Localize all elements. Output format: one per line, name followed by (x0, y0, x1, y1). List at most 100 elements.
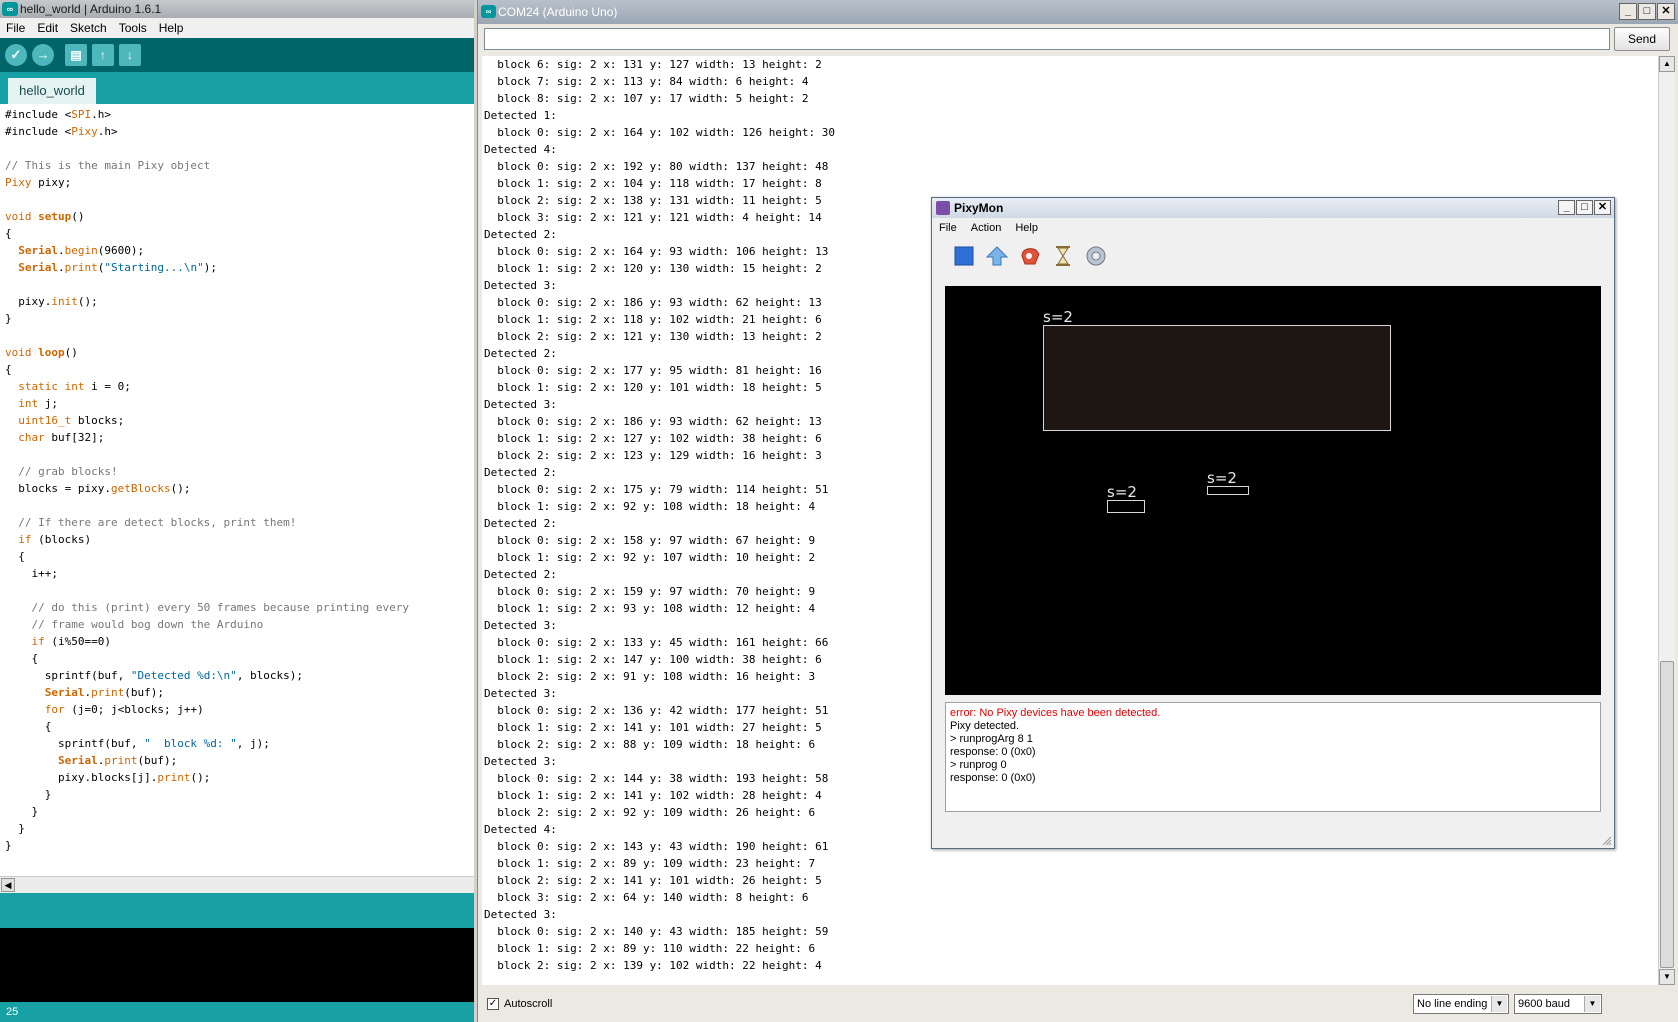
pixymon-title: PixyMon (954, 201, 1004, 215)
serial-input[interactable] (484, 28, 1610, 50)
new-sketch-icon[interactable]: ▤ (65, 44, 87, 66)
code-line: int j; (18, 397, 58, 410)
autoscroll-label: Autoscroll (504, 998, 553, 1010)
hourglass-icon[interactable] (1051, 244, 1075, 268)
minimize-icon[interactable]: _ (1619, 3, 1637, 20)
pm-menu-file[interactable]: File (932, 218, 964, 238)
maximize-icon[interactable]: □ (1638, 3, 1656, 20)
serial-titlebar: ∞ COM24 (Arduino Uno) _ □ ✕ (478, 0, 1678, 24)
scroll-left-icon[interactable]: ◀ (1, 878, 15, 892)
code-line: { (5, 720, 52, 733)
ide-title: hello_world | Arduino 1.6.1 (20, 2, 162, 16)
chevron-down-icon[interactable]: ▼ (1491, 996, 1507, 1012)
upload-icon[interactable] (985, 244, 1009, 268)
maximize-icon[interactable]: □ (1576, 200, 1593, 215)
code-line: blocks = pixy.getBlocks(); (5, 482, 191, 495)
pm-menu-help[interactable]: Help (1008, 218, 1045, 238)
minimize-icon[interactable]: _ (1558, 200, 1575, 215)
code-line: // do this (print) every 50 frames becau… (31, 601, 410, 614)
serial-output-line: block 0: sig: 2 x: 140 y: 43 width: 185 … (484, 925, 829, 938)
save-sketch-icon[interactable]: ↓ (119, 44, 141, 66)
code-line: // If there are detect blocks, print the… (18, 516, 297, 529)
open-sketch-icon[interactable]: ↑ (92, 44, 114, 66)
code-line: { (5, 363, 12, 376)
serial-output-line: block 6: sig: 2 x: 131 y: 127 width: 13 … (484, 58, 822, 71)
code-line: // This is the main Pixy object (5, 159, 211, 172)
pixy-video-view[interactable]: s=2 s=2 s=2 (945, 286, 1601, 695)
code-line: if (i%50==0) (31, 635, 111, 648)
ide-footer: 25 (0, 1002, 474, 1022)
arduino-logo-icon: ∞ (2, 2, 18, 16)
serial-output-line: Detected 4: (484, 143, 557, 156)
block-signature-label: s=2 (1043, 308, 1073, 326)
line-ending-value: No line ending (1417, 998, 1488, 1010)
detected-block (1207, 486, 1249, 495)
scroll-up-icon[interactable]: ▲ (1659, 56, 1675, 72)
pixymon-menubar: File Action Help (932, 218, 1614, 238)
serial-output-line: block 1: sig: 2 x: 89 y: 110 width: 22 h… (484, 942, 816, 955)
code-line: } (5, 805, 39, 818)
serial-vertical-scrollbar[interactable]: ▲ ▼ (1658, 56, 1675, 985)
scroll-thumb[interactable] (1660, 661, 1674, 968)
stop-icon[interactable] (952, 244, 976, 268)
code-line: #include <SPI.h> (5, 108, 111, 121)
code-editor[interactable]: #include <SPI.h> #include <Pixy.h> // Thi… (0, 104, 474, 876)
code-line: } (5, 312, 12, 325)
menu-edit[interactable]: Edit (31, 18, 64, 38)
console-line: Pixy detected. (950, 720, 1020, 732)
serial-bottom-bar: ✓ Autoscroll No line ending ▼ 9600 baud … (478, 987, 1678, 1022)
line-ending-select[interactable]: No line ending ▼ (1413, 994, 1509, 1014)
console-line: > runprog 0 (950, 759, 1007, 771)
code-line: for (j=0; j<blocks; j++) (44, 703, 204, 716)
verify-icon[interactable]: ✓ (5, 44, 27, 66)
scroll-down-icon[interactable]: ▼ (1659, 969, 1675, 985)
upload-icon[interactable]: → (32, 44, 54, 66)
settings-icon[interactable] (1084, 244, 1108, 268)
console-line: error: No Pixy devices have been detecte… (950, 707, 1161, 719)
code-line: void loop() (5, 346, 78, 359)
ide-tabstrip: hello_world (0, 72, 474, 104)
code-line: } (5, 788, 52, 801)
code-line: Serial.begin(9600); (18, 244, 145, 257)
ide-menubar: File Edit Sketch Tools Help (0, 18, 474, 38)
menu-file[interactable]: File (0, 18, 31, 38)
code-line: { (5, 550, 25, 563)
close-icon[interactable]: ✕ (1594, 200, 1611, 215)
menu-sketch[interactable]: Sketch (64, 18, 113, 38)
baud-rate-select[interactable]: 9600 baud ▼ (1514, 994, 1602, 1014)
resize-grip-icon[interactable] (1602, 836, 1612, 846)
baud-rate-value: 9600 baud (1518, 998, 1570, 1010)
send-button[interactable]: Send (1614, 27, 1670, 51)
pixymon-titlebar: PixyMon _ □ ✕ (932, 198, 1614, 218)
code-line: sprintf(buf, " block %d: ", j); (5, 737, 270, 750)
checkmark-icon: ✓ (488, 998, 498, 1009)
pm-menu-action[interactable]: Action (964, 218, 1009, 238)
detected-block (1043, 325, 1391, 431)
close-icon[interactable]: ✕ (1657, 3, 1675, 20)
code-line: Pixy pixy; (5, 176, 72, 189)
arduino-ide-window: ∞ hello_world | Arduino 1.6.1 File Edit Sk… (0, 0, 474, 1022)
code-line: // frame would bog down the Arduino (31, 618, 264, 631)
editor-horizontal-scrollbar[interactable]: ◀ (0, 876, 474, 893)
code-line: { (5, 227, 12, 240)
signature-icon[interactable] (1018, 244, 1042, 268)
pixymon-logo-icon (936, 201, 950, 215)
code-line: sprintf(buf, "Detected %d:\n", blocks); (5, 669, 304, 682)
serial-output-line: block 0: sig: 2 x: 192 y: 80 width: 137 … (484, 160, 829, 173)
code-line: Serial.print(buf); (57, 754, 178, 767)
console-line: > runprogArg 8 1 (950, 733, 1033, 745)
menu-tools[interactable]: Tools (113, 18, 153, 38)
chevron-down-icon[interactable]: ▼ (1584, 996, 1600, 1012)
menu-help[interactable]: Help (153, 18, 190, 38)
detected-block (1107, 500, 1145, 513)
serial-output-line: block 1: sig: 2 x: 89 y: 109 width: 23 h… (484, 857, 816, 870)
code-line: #include <Pixy.h> (5, 125, 118, 138)
code-line: char buf[32]; (18, 431, 105, 444)
code-line: Serial.print(buf); (44, 686, 164, 699)
tab-hello-world[interactable]: hello_world (8, 78, 96, 104)
autoscroll-checkbox[interactable]: ✓ (487, 998, 499, 1010)
